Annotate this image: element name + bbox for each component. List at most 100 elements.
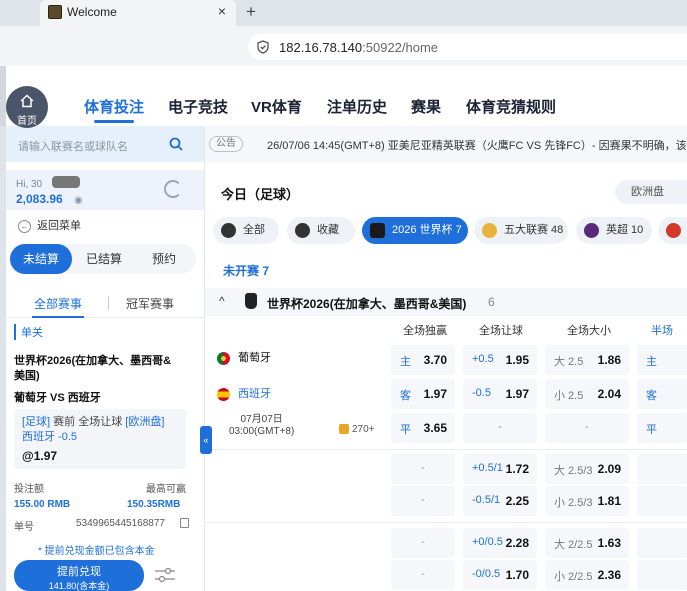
address-bar[interactable]: 182.16.78.140:50922/home — [248, 34, 687, 60]
search-icon[interactable] — [169, 137, 183, 151]
odds-cell[interactable] — [637, 486, 687, 516]
site-favicon-icon — [48, 5, 62, 19]
odds-label: -0.5 — [472, 387, 491, 399]
cashout-button[interactable]: 提前兑现 141.80(含本金) — [14, 560, 144, 591]
browser-tab[interactable]: Welcome × — [40, 0, 236, 26]
odds-cell[interactable]: +0.5/1 1.72 — [463, 454, 537, 484]
notice-bar: 公告 26/07/06 14:45(GMT+8) 亚美尼亚精英联赛（火鹰FC V… — [205, 126, 687, 162]
league-header[interactable]: ^ 世界杯2026(在加拿大、墨西哥&美国) 6 — [205, 288, 687, 316]
odds-cell[interactable]: 平 3.65 — [391, 413, 455, 443]
odds-cell[interactable]: 大 2/2.5 1.63 — [545, 528, 629, 558]
chevron-up-icon[interactable]: ^ — [219, 294, 225, 308]
odds-label: 平 — [646, 424, 657, 436]
close-icon[interactable]: × — [218, 3, 226, 19]
chip-more[interactable] — [658, 217, 687, 244]
chip-premier-league[interactable]: 英超 10 — [576, 217, 652, 244]
odds-format-select[interactable]: 欧洲盘 — [615, 180, 687, 204]
chip-top-leagues[interactable]: 五大联赛 48 — [474, 217, 568, 244]
greeting: Hi, 30 — [16, 179, 43, 190]
bet-sport: [足球] — [22, 416, 51, 428]
odds-cell[interactable]: +0.5 1.95 — [463, 345, 537, 375]
nav-vr-sports[interactable]: VR体育 — [251, 96, 302, 117]
bet-league: 世界杯2026(在加拿大、墨西哥&美国) — [14, 355, 172, 382]
home-button[interactable]: 首页 — [6, 86, 48, 128]
odds-label: 小 2.5 — [554, 390, 584, 402]
team-name: 西班牙 — [238, 388, 271, 400]
empty-odds: - — [498, 421, 502, 433]
back-label: 返回菜单 — [37, 220, 81, 232]
nav-bet-history[interactable]: 注单历史 — [327, 96, 387, 117]
odds-label: 主 — [646, 356, 657, 368]
more-bets-link[interactable]: 270+ — [339, 424, 375, 435]
main-content: 公告 26/07/06 14:45(GMT+8) 亚美尼亚精英联赛（火鹰FC V… — [204, 126, 687, 591]
slider-settings-icon[interactable] — [154, 566, 176, 584]
notice-text[interactable]: 26/07/06 14:45(GMT+8) 亚美尼亚精英联赛（火鹰FC VS 先… — [267, 137, 687, 153]
away-team: 西班牙 — [217, 385, 271, 401]
chip-world-cup[interactable]: 2026 世界杯 7 — [362, 217, 468, 244]
column-moneyline: 全场独赢 — [403, 325, 447, 337]
tab-all-events[interactable]: 全部赛事 — [34, 295, 82, 312]
odds-cell[interactable]: +0/0.5 2.28 — [463, 528, 537, 558]
odds-cell[interactable]: -0.5/1 2.25 — [463, 486, 537, 516]
odds-value: 1.72 — [505, 462, 529, 476]
collapse-panel-handle[interactable]: « — [200, 426, 212, 454]
eye-icon[interactable]: ◉ — [74, 195, 83, 206]
odds-cell[interactable]: 平 — [637, 413, 687, 443]
back-to-menu-button[interactable]: ← 返回菜单 — [18, 217, 81, 233]
refresh-icon[interactable] — [164, 180, 182, 198]
odds-label: -0.5/1 — [472, 494, 501, 506]
chip-all[interactable]: 全部 — [213, 217, 279, 244]
spain-flag-icon — [217, 387, 230, 401]
odds-cell[interactable]: 客 — [637, 379, 687, 409]
odds-cell[interactable] — [637, 528, 687, 558]
odds-label: 大 2/2.5 — [554, 539, 593, 551]
odds-value: 2.04 — [597, 387, 621, 401]
odds-label: 平 — [400, 424, 411, 436]
odds-cell[interactable]: -0.5 1.97 — [463, 379, 537, 409]
odds-value: 2.28 — [505, 536, 529, 550]
nav-rules[interactable]: 体育竞猜规则 — [466, 96, 556, 117]
odds-label: -0/0.5 — [472, 568, 501, 580]
odds-cell[interactable]: 主 3.70 — [391, 345, 455, 375]
cashout-note: * 提前兑现金额已包含本金 — [38, 546, 155, 557]
nav-esports[interactable]: 电子竞技 — [168, 96, 228, 117]
row-divider — [205, 449, 687, 450]
notice-badge: 公告 — [209, 136, 243, 152]
odds-cell[interactable] — [637, 454, 687, 484]
bet-odds-format: [欧洲盘] — [125, 416, 165, 428]
odds-value: 1.95 — [505, 353, 529, 367]
nav-sports-betting[interactable]: 体育投注 — [84, 96, 144, 117]
tab-unsettled[interactable]: 未结算 — [10, 244, 72, 274]
odds-cell[interactable] — [637, 560, 687, 590]
tab-reserved[interactable]: 预约 — [134, 244, 194, 274]
odds-cell[interactable]: 大 2.5/3 2.09 — [545, 454, 629, 484]
odds-cell[interactable]: 主 — [637, 345, 687, 375]
row-divider — [205, 522, 687, 523]
odds-label: 大 2.5/3 — [554, 465, 593, 477]
unstarted-count[interactable]: 未开赛 7 — [223, 262, 269, 279]
odds-cell[interactable]: 大 2.5 1.86 — [545, 345, 629, 375]
tab-settled[interactable]: 已结算 — [74, 244, 134, 274]
nav-results[interactable]: 赛果 — [411, 96, 441, 117]
search-input[interactable]: 请输入联赛名或球队名 — [18, 138, 128, 154]
home-icon — [20, 94, 34, 108]
odds-cell-empty: - — [391, 454, 455, 484]
odds-value: 1.63 — [597, 536, 621, 550]
odds-cell[interactable]: -0/0.5 1.70 — [463, 560, 537, 590]
search-bar[interactable]: 请输入联赛名或球队名 — [6, 126, 204, 162]
stake-label: 投注额 — [14, 484, 44, 495]
odds-value: 3.65 — [423, 421, 447, 435]
site-info-icon[interactable] — [256, 40, 270, 54]
odds-cell[interactable]: 小 2/2.5 2.36 — [545, 560, 629, 590]
odds-cell[interactable]: 客 1.97 — [391, 379, 455, 409]
tab-outright-events[interactable]: 冠军赛事 — [126, 295, 174, 312]
empty-odds: - — [421, 536, 425, 548]
copy-icon[interactable] — [180, 518, 189, 528]
odds-cell[interactable]: 小 2.5/3 1.81 — [545, 486, 629, 516]
new-tab-icon[interactable]: + — [246, 2, 256, 22]
odds-cell[interactable]: 小 2.5 2.04 — [545, 379, 629, 409]
chip-favorites[interactable]: 收藏 — [287, 217, 355, 244]
empty-odds: - — [585, 421, 589, 433]
event-type-tabs: 全部赛事 冠军赛事 — [6, 290, 204, 318]
nav-active-underline — [94, 120, 134, 123]
